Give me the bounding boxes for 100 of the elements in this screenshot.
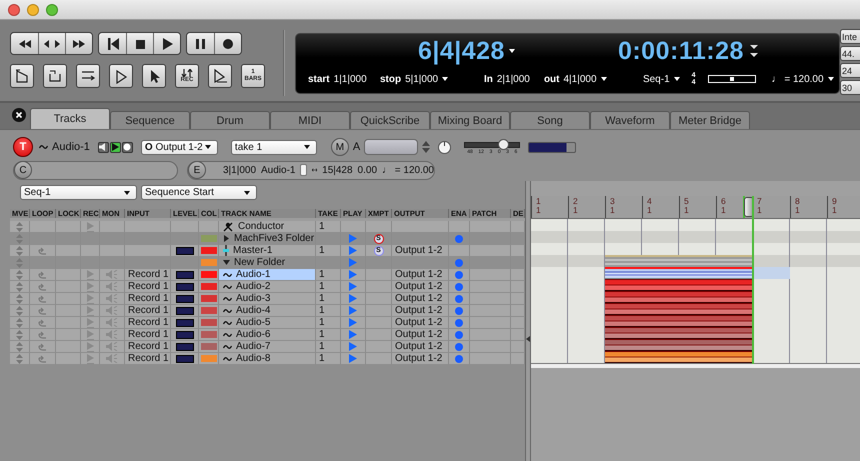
monitor-button[interactable] <box>98 142 109 152</box>
table-cell: 1 <box>316 281 341 293</box>
table-cell <box>511 329 525 341</box>
edit-button[interactable]: E <box>188 161 206 179</box>
stop-button[interactable] <box>126 33 153 54</box>
punch-button[interactable] <box>10 64 34 88</box>
shuttle-button[interactable] <box>38 33 65 54</box>
track-name-cell[interactable]: Conductor <box>219 221 316 233</box>
to-start-button[interactable] <box>99 33 126 54</box>
level-meter <box>176 306 194 314</box>
rate-button[interactable]: Inte <box>840 29 860 44</box>
checkbox[interactable] <box>300 164 307 176</box>
rewind-button[interactable] <box>11 33 38 54</box>
move-arrows-icon <box>16 246 23 256</box>
enable-dot[interactable] <box>455 282 463 290</box>
tab[interactable]: Meter Bridge <box>670 111 750 129</box>
sequence-dropdown[interactable]: Seq-1 <box>20 185 137 200</box>
minimize-button[interactable] <box>27 4 39 16</box>
tab[interactable]: Waveform <box>590 111 670 129</box>
color-swatch[interactable] <box>200 295 216 302</box>
color-swatch[interactable] <box>200 355 216 362</box>
color-swatch[interactable] <box>200 247 216 254</box>
track-name-cell[interactable]: Audio-2 <box>219 281 316 293</box>
level-meter <box>528 142 576 152</box>
color-swatch[interactable] <box>200 319 216 326</box>
track-name-cell[interactable]: MachFive3 Folder <box>219 233 316 245</box>
color-swatch[interactable] <box>200 331 216 338</box>
take-dropdown[interactable]: take 1 <box>230 140 317 154</box>
enable-dot[interactable] <box>455 294 463 302</box>
stepper-icon[interactable] <box>750 44 758 58</box>
volume-slider[interactable] <box>464 142 520 148</box>
track-name-cell[interactable]: Audio-7 <box>219 341 316 353</box>
horizontal-scrollbar[interactable] <box>531 363 860 368</box>
color-swatch[interactable] <box>200 283 216 290</box>
beat-number: 1 <box>647 206 652 215</box>
loop-icon <box>37 330 48 338</box>
table-cell <box>511 245 525 257</box>
color-swatch[interactable] <box>200 235 216 242</box>
output-dropdown[interactable]: O Output 1-2 <box>140 140 218 154</box>
tab[interactable]: QuickScribe <box>350 111 430 129</box>
tab[interactable]: Sequence <box>110 111 190 129</box>
slider-thumb[interactable] <box>498 138 509 150</box>
disclosure-triangle-icon[interactable] <box>223 259 230 266</box>
rate-button[interactable]: 44. <box>840 46 860 61</box>
rate-button[interactable]: 30 <box>840 80 860 95</box>
cursor-button[interactable] <box>142 64 166 88</box>
record-button[interactable] <box>214 33 241 54</box>
rate-button[interactable]: 24 <box>840 63 860 78</box>
close-icon[interactable] <box>12 108 26 122</box>
tab[interactable]: Song <box>510 111 590 129</box>
track-name-cell[interactable]: New Folder <box>219 257 316 269</box>
play-mark-button[interactable] <box>109 64 133 88</box>
track-name-cell[interactable]: Audio-1 <box>219 269 316 281</box>
play-line-button[interactable] <box>208 64 232 88</box>
enable-dot[interactable] <box>455 306 463 314</box>
close-button[interactable] <box>8 4 20 16</box>
track-name-cell[interactable]: Audio-5 <box>219 317 316 329</box>
enable-dot[interactable] <box>455 258 463 266</box>
enable-dot[interactable] <box>455 234 463 242</box>
mute-button[interactable]: M <box>330 138 349 156</box>
overdub-button[interactable] <box>76 64 100 88</box>
tab[interactable]: Mixing Board <box>430 111 510 129</box>
record-icon <box>220 36 236 50</box>
track-name-cell[interactable]: Audio-8 <box>219 353 316 365</box>
left-arrow-icon[interactable] <box>526 336 530 342</box>
play-enable-button[interactable] <box>110 142 121 152</box>
enable-dot[interactable] <box>455 342 463 350</box>
track-name-cell[interactable]: Audio-4 <box>219 305 316 317</box>
comment-button[interactable]: C <box>14 161 32 179</box>
enable-dot[interactable] <box>455 270 463 278</box>
slider-thumb[interactable] <box>730 77 734 81</box>
disclosure-triangle-icon[interactable] <box>223 235 230 242</box>
color-swatch[interactable] <box>200 259 216 266</box>
sequence-menu[interactable]: Seq-1 <box>642 74 670 84</box>
loop-icon <box>37 354 48 362</box>
forward-button[interactable] <box>65 33 92 54</box>
pause-button[interactable] <box>187 33 214 54</box>
track-name-cell[interactable]: Master-1 <box>219 245 316 257</box>
tab[interactable]: MIDI <box>270 111 350 129</box>
comment-field[interactable]: C <box>13 160 178 180</box>
enable-dot[interactable] <box>455 354 463 362</box>
enable-dot[interactable] <box>455 330 463 338</box>
color-swatch[interactable] <box>200 307 216 314</box>
track-name-cell[interactable]: Audio-6 <box>219 329 316 341</box>
position-slider[interactable] <box>708 75 756 83</box>
position-dropdown[interactable]: Sequence Start <box>141 185 257 200</box>
play-button[interactable] <box>153 33 180 54</box>
pan-knob-icon[interactable] <box>438 140 452 154</box>
automation-field[interactable] <box>364 139 418 155</box>
tab[interactable]: Tracks <box>30 108 110 129</box>
tab[interactable]: Drum <box>190 111 270 129</box>
color-swatch[interactable] <box>200 271 216 278</box>
record-enable-button[interactable] <box>122 142 133 152</box>
color-swatch[interactable] <box>200 343 216 350</box>
zoom-button[interactable] <box>46 4 58 16</box>
loop-icon <box>37 342 48 350</box>
bar-number: 1 <box>536 197 541 206</box>
track-name-cell[interactable]: Audio-3 <box>219 293 316 305</box>
enable-dot[interactable] <box>455 318 463 326</box>
loop-button[interactable] <box>43 64 67 88</box>
